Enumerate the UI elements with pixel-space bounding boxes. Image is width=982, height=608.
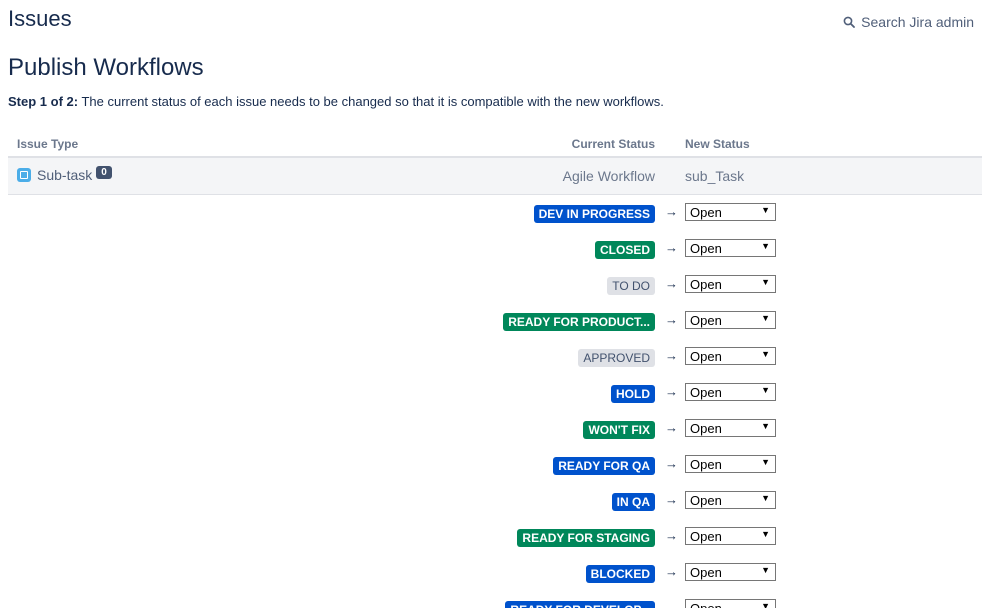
table-row: READY FOR STAGING → Open ▼ [8,519,982,555]
chevron-down-icon: ▼ [761,529,770,539]
table-row: READY FOR QA → Open ▼ [8,447,982,483]
search-icon [843,16,856,28]
step-description: The current status of each issue needs t… [78,94,664,109]
selected-status-value: Open [690,205,722,220]
table-row: TO DO → Open ▼ [8,267,982,303]
new-workflow-name: sub_Task [685,168,745,184]
new-status-select[interactable]: Open ▼ [685,599,776,608]
new-status-select[interactable]: Open ▼ [685,311,776,329]
selected-status-value: Open [690,601,722,608]
table-row: WON'T FIX → Open ▼ [8,411,982,447]
chevron-down-icon: ▼ [761,601,770,608]
step-instructions: Step 1 of 2: The current status of each … [8,94,664,109]
current-status-lozenge: DEV IN PROGRESS [533,205,655,223]
issue-count-badge: 0 [96,165,112,179]
current-status-lozenge: TO DO [607,277,655,295]
header-new-status: New Status [685,137,750,151]
chevron-down-icon: ▼ [761,241,770,251]
step-label: Step 1 of 2: [8,94,79,109]
arrow-right-icon: → [665,204,678,219]
issue-type-name: Sub-task [37,167,93,183]
search-jira-admin-link[interactable]: Search Jira admin [843,14,974,30]
current-status-lozenge: APPROVED [578,349,655,367]
arrow-right-icon: → [665,312,678,327]
chevron-down-icon: ▼ [761,493,770,503]
chevron-down-icon: ▼ [761,205,770,215]
current-status-lozenge: READY FOR STAGING [517,529,655,547]
table-row: DEV IN PROGRESS → Open ▼ [8,195,982,231]
selected-status-value: Open [690,457,722,472]
new-status-select[interactable]: Open ▼ [685,347,776,365]
issue-type-row: Sub-task 0 Agile Workflow sub_Task [8,158,982,195]
selected-status-value: Open [690,421,722,436]
current-status-lozenge: IN QA [611,493,655,511]
chevron-down-icon: ▼ [761,457,770,467]
search-label: Search Jira admin [861,14,974,30]
table-row: BLOCKED → Open ▼ [8,555,982,591]
new-status-select[interactable]: Open ▼ [685,563,776,581]
selected-status-value: Open [690,349,722,364]
status-mapping-table: Issue Type Current Status New Status Sub… [8,132,982,608]
new-status-select[interactable]: Open ▼ [685,203,776,221]
current-status-lozenge: WON'T FIX [583,421,655,439]
issue-type-cell: Sub-task 0 [17,165,112,183]
current-status-lozenge: READY FOR DEVELOP... [505,601,655,608]
new-status-select[interactable]: Open ▼ [685,275,776,293]
current-status-lozenge: CLOSED [594,241,655,259]
arrow-right-icon: → [665,276,678,291]
current-status-lozenge: HOLD [611,385,655,403]
selected-status-value: Open [690,493,722,508]
selected-status-value: Open [690,277,722,292]
table-row: HOLD → Open ▼ [8,375,982,411]
publish-workflows-page: Issues Search Jira admin Publish Workflo… [0,0,982,608]
table-row: IN QA → Open ▼ [8,483,982,519]
table-row: CLOSED → Open ▼ [8,231,982,267]
table-row: APPROVED → Open ▼ [8,339,982,375]
table-header: Issue Type Current Status New Status [8,132,982,158]
arrow-right-icon: → [665,420,678,435]
new-status-select[interactable]: Open ▼ [685,455,776,473]
subtask-icon [17,168,31,182]
chevron-down-icon: ▼ [761,313,770,323]
current-status-lozenge: READY FOR PRODUCT... [503,313,655,331]
chevron-down-icon: ▼ [761,277,770,287]
selected-status-value: Open [690,385,722,400]
new-status-select[interactable]: Open ▼ [685,239,776,257]
arrow-right-icon: → [665,348,678,363]
header-current-status: Current Status [571,137,655,151]
new-status-select[interactable]: Open ▼ [685,383,776,401]
selected-status-value: Open [690,313,722,328]
table-row: READY FOR DEVELOP... → Open ▼ [8,591,982,608]
selected-status-value: Open [690,565,722,580]
header-issue-type: Issue Type [17,137,79,151]
selected-status-value: Open [690,241,722,256]
current-status-lozenge: BLOCKED [585,565,655,583]
chevron-down-icon: ▼ [761,385,770,395]
selected-status-value: Open [690,529,722,544]
page-title: Publish Workflows [8,54,204,81]
new-status-select[interactable]: Open ▼ [685,491,776,509]
new-status-select[interactable]: Open ▼ [685,527,776,545]
arrow-right-icon: → [665,600,678,608]
mapping-rows: DEV IN PROGRESS → Open ▼ CLOSED → Open ▼ TO DO → O… [8,195,982,608]
new-status-select[interactable]: Open ▼ [685,419,776,437]
current-workflow-name: Agile Workflow [562,168,655,184]
arrow-right-icon: → [665,456,678,471]
header-title: Issues [8,6,72,31]
chevron-down-icon: ▼ [761,421,770,431]
arrow-right-icon: → [665,384,678,399]
current-status-lozenge: READY FOR QA [553,457,655,475]
arrow-right-icon: → [665,528,678,543]
table-row: READY FOR PRODUCT... → Open ▼ [8,303,982,339]
chevron-down-icon: ▼ [761,565,770,575]
arrow-right-icon: → [665,492,678,507]
arrow-right-icon: → [665,564,678,579]
chevron-down-icon: ▼ [761,349,770,359]
arrow-right-icon: → [665,240,678,255]
